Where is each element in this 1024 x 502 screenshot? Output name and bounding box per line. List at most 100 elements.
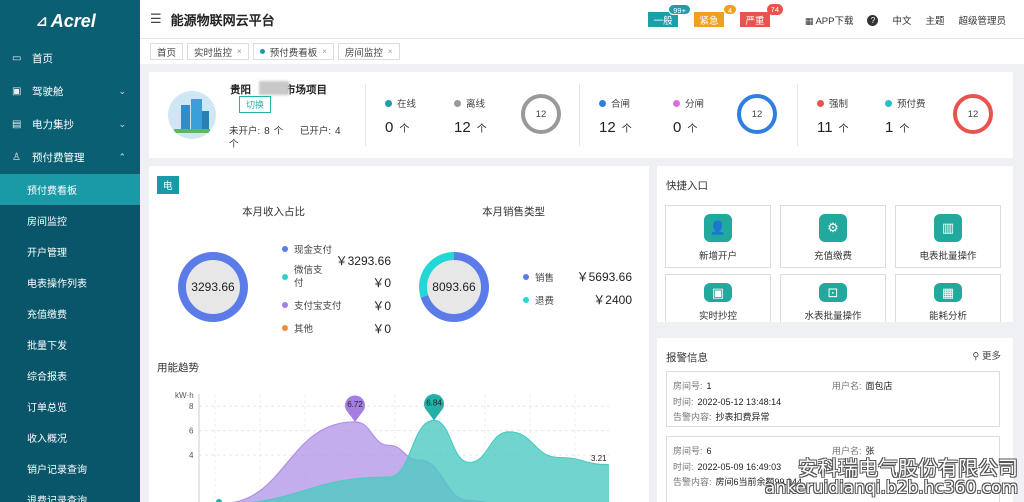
alert-label: 一般 <box>653 15 673 27</box>
legend-other: 其他 <box>282 321 313 335</box>
quick-recharge[interactable]: ⚙ 充值缴费 <box>780 205 886 268</box>
tab-prepaid-board[interactable]: 预付费看板 × <box>252 43 334 60</box>
sidebar-sub-report[interactable]: 综合报表 <box>0 360 140 391</box>
language-switch[interactable]: 中文 <box>892 13 911 27</box>
sidebar-item-home[interactable]: ▭ 首页 <box>0 42 140 75</box>
sales-donut: 8093.66 <box>419 252 489 322</box>
field-value: 张 <box>865 446 875 456</box>
field-label: 告警内容: <box>673 477 712 487</box>
status-dot <box>817 99 824 107</box>
alert-urgent-button[interactable]: 紧急 4 <box>694 4 737 27</box>
close-icon[interactable]: × <box>388 47 393 56</box>
quick-label: 电表批量操作 <box>919 251 977 262</box>
income-donut: 3293.66 <box>178 252 248 322</box>
top-header: ☰ 能源物联网云平台 一般 99+ 紧急 4 严重 74 ▦ APP下载 ? 中文 主题… <box>140 0 1024 38</box>
tab-home[interactable]: 首页 <box>150 43 184 60</box>
unit-label: 个 <box>273 126 284 137</box>
sidebar-sub-account-open[interactable]: 开户管理 <box>0 236 140 267</box>
quick-label: 新增开户 <box>698 251 737 262</box>
menu-toggle-icon[interactable]: ☰ <box>150 11 162 27</box>
tab-room-monitor[interactable]: 房间监控 × <box>337 43 400 60</box>
project-name-suffix: 市场项目 <box>285 84 327 96</box>
help-icon[interactable]: ? <box>867 14 879 26</box>
opened-label: 已开户: <box>299 126 331 137</box>
close-icon[interactable]: × <box>237 47 242 56</box>
income-total: 3293.66 <box>186 260 240 314</box>
field-label: 告警内容: <box>673 412 712 422</box>
sidebar-sub-orders[interactable]: 订单总览 <box>0 391 140 422</box>
sidebar-sub-batch[interactable]: 批量下发 <box>0 329 140 360</box>
more-link[interactable]: ⚲ 更多 <box>972 348 1001 362</box>
quick-analysis[interactable]: ▦ 能耗分析 <box>895 274 1001 322</box>
quick-water-batch[interactable]: ⊡ 水表批量操作 <box>780 274 886 322</box>
stat-value: 11 <box>817 119 833 136</box>
legend-sales: 销售 <box>523 270 554 284</box>
building-icon <box>174 99 210 133</box>
y-tick-label: 8 <box>189 402 194 411</box>
header-right: ▦ APP下载 ? 中文 主题 超级管理员 <box>805 13 1006 27</box>
field-value: 1 <box>706 381 712 391</box>
divider <box>365 84 366 146</box>
unit-label: 个 <box>687 124 698 135</box>
logo[interactable]: ⊿ Acrel <box>0 0 140 42</box>
user-menu[interactable]: 超级管理员 <box>958 13 1006 27</box>
alert-serious-button[interactable]: 严重 74 <box>740 4 783 27</box>
switch-project-button[interactable]: 切换 <box>239 96 272 113</box>
sidebar-item-prepaid[interactable]: ♙ 预付费管理 ⌃ <box>0 141 140 174</box>
field-label: 用户名: <box>832 381 862 391</box>
water-meter-icon: ⊡ <box>819 283 847 302</box>
alarm-item[interactable]: 房间号: 1 用户名: 面包店 时间: 2022-05-12 13:48:14 告警内… <box>666 371 1000 427</box>
stat-value: 0 <box>385 119 394 136</box>
tab-label: 首页 <box>157 47 177 59</box>
sidebar-item-cockpit[interactable]: ▣ 驾驶舱 ⌄ <box>0 75 140 108</box>
alert-normal-button[interactable]: 一般 99+ <box>648 4 691 27</box>
stat-value: 12 <box>599 119 616 136</box>
field-value: 面包店 <box>865 381 893 391</box>
field-label: 房间号: <box>673 381 703 391</box>
sidebar-sub-meter-ops[interactable]: 电表操作列表 <box>0 267 140 298</box>
theme-button[interactable]: 主题 <box>925 13 944 27</box>
stat-offline: 离线 12 个 <box>454 96 487 136</box>
stat-value: 0 <box>673 119 682 136</box>
account-count: 未开户: 8 个 已开户: 4 个 <box>229 125 359 151</box>
sidebar-sub-cancel-records[interactable]: 销户记录查询 <box>0 453 140 484</box>
status-dot <box>673 99 680 107</box>
tab-realtime[interactable]: 实时监控 × <box>187 43 249 60</box>
quick-meter-batch[interactable]: ▥ 电表批量操作 <box>895 205 1001 268</box>
sidebar-sub-recharge[interactable]: 充值缴费 <box>0 298 140 329</box>
sidebar-sub-income[interactable]: 收入概况 <box>0 422 140 453</box>
alarm-time: 时间: 2022-05-09 16:49:03 <box>673 460 781 473</box>
status-dot <box>385 99 392 107</box>
field-value: 6 <box>706 446 712 456</box>
sidebar-sub-refund-records[interactable]: 退费记录查询 <box>0 484 140 502</box>
legend-label: 现金支付 <box>294 245 333 256</box>
quick-label: 实时抄控 <box>698 311 737 322</box>
sidebar-sub-room-monitor[interactable]: 房间监控 <box>0 205 140 236</box>
active-dot-icon <box>259 49 265 54</box>
legend-cash: 现金支付 <box>282 242 332 256</box>
sidebar-item-label: 首页 <box>32 53 53 65</box>
quick-realtime[interactable]: ▣ 实时抄控 <box>665 274 771 322</box>
divider <box>797 84 798 146</box>
stat-value: 1 <box>885 119 894 136</box>
alert-count-badge: 74 <box>766 4 783 15</box>
stat-label: 分闸 <box>685 99 705 110</box>
amount-cash: ￥3293.66 <box>335 254 391 268</box>
quick-add-account[interactable]: 👤 新增开户 <box>665 205 771 268</box>
end-value-label: 3.21 <box>591 454 607 463</box>
alarm-title: 报警信息 <box>666 352 708 364</box>
amount-alipay: ￥0 <box>372 299 391 313</box>
alarm-item[interactable]: 房间号: 6 用户名: 张 时间: 2022-05-09 16:49:03 告警内容:… <box>666 436 1000 502</box>
field-label: 时间: <box>673 462 694 472</box>
amount-sales: ￥5693.66 <box>576 270 632 284</box>
more-label: 更多 <box>981 351 1001 362</box>
dashboard-icon: ▣ <box>12 86 22 97</box>
sidebar-sub-prepaid-board[interactable]: 预付费看板 <box>0 174 140 205</box>
quick-entry-card: 快捷入口 👤 新增开户 ⚙ 充值缴费 ▥ 电表批量操作 ▣ 实时抄控 ⊡ 水表批量操作 ▦… <box>657 166 1013 322</box>
sidebar-item-power[interactable]: ▤ 电力集抄 ⌄ <box>0 108 140 141</box>
electricity-panel: 电 本月收入占比 3293.66 现金支付 ￥3293.66 微信支付 ￥0 支… <box>149 166 649 502</box>
alert-label: 严重 <box>745 15 765 27</box>
electricity-tab[interactable]: 电 <box>157 176 179 194</box>
app-download-link[interactable]: ▦ APP下载 <box>805 13 854 27</box>
close-icon[interactable]: × <box>322 47 327 56</box>
